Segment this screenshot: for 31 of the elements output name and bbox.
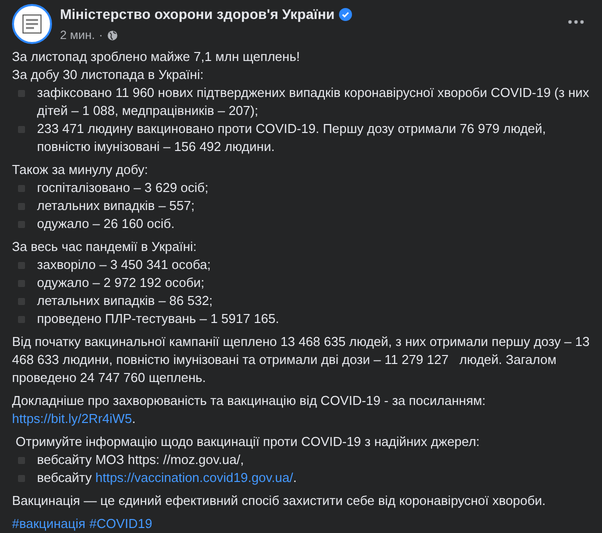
author-name[interactable]: Міністерство охорони здоров'я України	[60, 4, 335, 25]
text-line: Від початку вакцинальної кампанії щеплено 13 468 635 людей, з них отримали першу дозу – 13 468 633 людини, повністю імунізовані та отримали дві дози – 11 279 127 людей. Загалом проведено 24 747 760 щеплень.	[12, 334, 591, 385]
list-item-text: 233 471 людину вакциновано проти COVID-19. Першу дозу отримали 76 979 людей, повністю імунізовані – 156 492 людини.	[37, 120, 547, 156]
list-item-text: вебсайту https://vaccination.covid19.gov.ua/.	[37, 469, 297, 487]
list-item-text: одужало – 2 972 192 особи;	[37, 274, 204, 292]
list-item-text: госпіталізовано – 3 629 осіб;	[37, 179, 208, 197]
separator: ·	[98, 27, 103, 44]
list-item-text: вебсайту МОЗ https: //moz.gov.ua/,	[37, 451, 244, 469]
text-line: Також за минулу добу:	[12, 162, 148, 177]
more-icon	[568, 20, 584, 24]
avatar[interactable]	[12, 4, 52, 44]
hashtag-link[interactable]: #COVID19	[89, 515, 152, 533]
text-line: https://bit.ly/2Rr4iW5.	[12, 411, 136, 426]
emblem-icon	[22, 14, 42, 34]
text-line: Отримуйте інформацію щодо вакцинації проти COVID-19 з надійних джерел:	[14, 434, 480, 449]
link[interactable]: https://vaccination.covid19.gov.ua/	[95, 470, 294, 485]
hashtag-link[interactable]: #вакцинація	[12, 515, 86, 533]
list-item-text: зафіксовано 11 960 нових підтверджених випадків коронавірусної хвороби COVID-19 (з них дітей – 1 088, медпрацівників – 207);	[37, 84, 590, 120]
text-line: За весь час пандемії в Україні:	[12, 239, 197, 254]
list-item-text: одужало – 26 160 осіб.	[37, 215, 175, 233]
text-line: За добу 30 листопада в Україні:	[12, 67, 204, 82]
list-item-text: захворіло – 3 450 341 особа;	[37, 256, 211, 274]
list-item-text: проведено ПЛР-тестувань – 1 5917 165.	[37, 310, 280, 328]
link[interactable]: https://bit.ly/2Rr4iW5	[12, 411, 132, 426]
text-line: За листопад зроблено майже 7,1 млн щеплень!	[12, 49, 300, 64]
list-item-text: летальних випадків – 86 532;	[37, 292, 213, 310]
globe-icon	[106, 30, 118, 40]
post-time[interactable]: 2 мин.	[60, 26, 95, 44]
text-line: Вакцинація — це єдиний ефективний спосіб захистити себе від коронавірусної хвороби.	[12, 493, 546, 508]
text-line: Докладніше про захворюваність та вакцинацію від COVID-19 - за посиланням:	[12, 393, 486, 408]
list-item-text: летальних випадків – 557;	[37, 197, 195, 215]
